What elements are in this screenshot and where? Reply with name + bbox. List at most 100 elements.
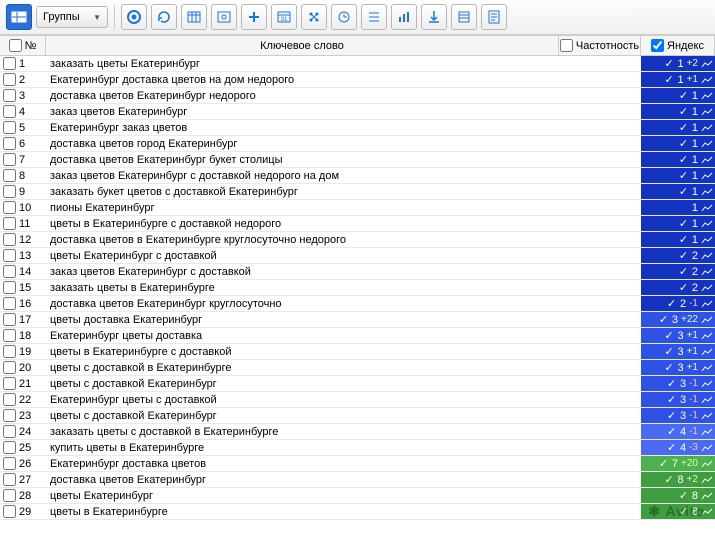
table-row[interactable]: 17 цветы доставка Екатеринбург ✓ 3 +22 [0, 312, 715, 328]
freq-checkbox[interactable] [560, 39, 573, 52]
table-row[interactable]: 14 заказ цветов Екатеринбург с доставкой… [0, 264, 715, 280]
table-row[interactable]: 26 Екатеринбург доставка цветов ✓ 7 +20 [0, 456, 715, 472]
row-yandex[interactable]: ✓ 1 [641, 120, 715, 135]
row-yandex[interactable]: ✓ 2 [641, 280, 715, 295]
table-row[interactable]: 20 цветы с доставкой в Екатеринбурге ✓ 3… [0, 360, 715, 376]
row-yandex[interactable]: ✓ 4 -3 [641, 440, 715, 455]
row-checkbox[interactable] [3, 489, 16, 502]
row-yandex[interactable]: ✓ 1 [641, 232, 715, 247]
row-yandex[interactable]: ✓ 1 +2 [641, 56, 715, 71]
row-checkbox[interactable] [3, 281, 16, 294]
table-row[interactable]: 9 заказать букет цветов с доставкой Екат… [0, 184, 715, 200]
row-checkbox[interactable] [3, 137, 16, 150]
table-row[interactable]: 4 заказ цветов Екатеринбург ✓ 1 [0, 104, 715, 120]
row-yandex[interactable]: ✓ 2 -1 [641, 296, 715, 311]
row-yandex[interactable]: ✓ 3 +22 [641, 312, 715, 327]
row-checkbox[interactable] [3, 265, 16, 278]
tool-settings-icon[interactable] [211, 4, 237, 30]
tool-view-grid[interactable] [6, 4, 32, 30]
table-row[interactable]: 5 Екатеринбург заказ цветов ✓ 1 [0, 120, 715, 136]
table-row[interactable]: 19 цветы в Екатеринбурге с доставкой ✓ 3… [0, 344, 715, 360]
row-yandex[interactable]: ✓ 1 [641, 104, 715, 119]
table-row[interactable]: 27 доставка цветов Екатеринбург ✓ 8 +2 [0, 472, 715, 488]
table-row[interactable]: 8 заказ цветов Екатеринбург с доставкой … [0, 168, 715, 184]
row-checkbox[interactable] [3, 473, 16, 486]
table-row[interactable]: 21 цветы с доставкой Екатеринбург ✓ 3 -1 [0, 376, 715, 392]
row-checkbox[interactable] [3, 201, 16, 214]
table-row[interactable]: 24 заказать цветы с доставкой в Екатерин… [0, 424, 715, 440]
table-row[interactable]: 2 Екатеринбург доставка цветов на дом не… [0, 72, 715, 88]
table-row[interactable]: 29 цветы в Екатеринбурге ✓ 8 [0, 504, 715, 520]
row-checkbox[interactable] [3, 217, 16, 230]
row-yandex[interactable]: ✓ 3 -1 [641, 392, 715, 407]
row-checkbox[interactable] [3, 121, 16, 134]
row-yandex[interactable]: ✓ 1 [641, 216, 715, 231]
row-yandex[interactable]: ✓ 8 +2 [641, 472, 715, 487]
row-checkbox[interactable] [3, 409, 16, 422]
row-checkbox[interactable] [3, 457, 16, 470]
row-yandex[interactable]: ✓ 1 [641, 88, 715, 103]
table-row[interactable]: 15 заказать цветы в Екатеринбурге ✓ 2 [0, 280, 715, 296]
row-checkbox[interactable] [3, 233, 16, 246]
row-yandex[interactable]: ✓ 4 -1 [641, 424, 715, 439]
row-yandex[interactable]: ✓ 1 [641, 136, 715, 151]
row-yandex[interactable]: ✓ 2 [641, 248, 715, 263]
tool-export-icon[interactable] [451, 4, 477, 30]
table-row[interactable]: 7 доставка цветов Екатеринбург букет сто… [0, 152, 715, 168]
row-checkbox[interactable] [3, 105, 16, 118]
row-checkbox[interactable] [3, 153, 16, 166]
row-checkbox[interactable] [3, 345, 16, 358]
row-yandex[interactable]: ✓ 1 [641, 184, 715, 199]
yandex-checkbox[interactable] [651, 39, 664, 52]
row-yandex[interactable]: ✓ 7 +20 [641, 456, 715, 471]
header-yandex[interactable]: Яндекс [641, 36, 715, 55]
groups-dropdown[interactable]: Группы ▼ [36, 6, 108, 28]
table-row[interactable]: 18 Екатеринбург цветы доставка ✓ 3 +1 [0, 328, 715, 344]
table-row[interactable]: 10 пионы Екатеринбург 1 [0, 200, 715, 216]
row-checkbox[interactable] [3, 57, 16, 70]
row-checkbox[interactable] [3, 441, 16, 454]
table-row[interactable]: 3 доставка цветов Екатеринбург недорого … [0, 88, 715, 104]
tool-report-icon[interactable] [481, 4, 507, 30]
row-yandex[interactable]: ✓ 3 -1 [641, 408, 715, 423]
tool-clock-icon[interactable] [331, 4, 357, 30]
row-yandex[interactable]: ✓ 3 +1 [641, 344, 715, 359]
header-num[interactable]: № [0, 36, 46, 55]
table-row[interactable]: 1 заказать цветы Екатеринбург ✓ 1 +2 [0, 56, 715, 72]
header-frequency[interactable]: Частотность [559, 36, 641, 55]
row-yandex[interactable]: ✓ 1 [641, 152, 715, 167]
table-row[interactable]: 22 Екатеринбург цветы с доставкой ✓ 3 -1 [0, 392, 715, 408]
tool-chrome-icon[interactable] [121, 4, 147, 30]
row-yandex[interactable]: ✓ 3 +1 [641, 328, 715, 343]
tool-cluster-icon[interactable] [301, 4, 327, 30]
row-checkbox[interactable] [3, 313, 16, 326]
row-checkbox[interactable] [3, 361, 16, 374]
row-yandex[interactable]: ✓ 8 [641, 488, 715, 503]
row-yandex[interactable]: ✓ 1 [641, 168, 715, 183]
row-checkbox[interactable] [3, 377, 16, 390]
tool-list-icon[interactable] [361, 4, 387, 30]
row-checkbox[interactable] [3, 169, 16, 182]
row-yandex[interactable]: 1 [641, 200, 715, 215]
row-checkbox[interactable] [3, 393, 16, 406]
row-checkbox[interactable] [3, 249, 16, 262]
table-row[interactable]: 23 цветы с доставкой Екатеринбург ✓ 3 -1 [0, 408, 715, 424]
tool-download-icon[interactable] [421, 4, 447, 30]
table-row[interactable]: 28 цветы Екатеринбург ✓ 8 [0, 488, 715, 504]
tool-add-icon[interactable] [241, 4, 267, 30]
header-keyword[interactable]: Ключевое слово [46, 36, 559, 55]
table-row[interactable]: 6 доставка цветов город Екатеринбург ✓ 1 [0, 136, 715, 152]
table-row[interactable]: 11 цветы в Екатеринбурге с доставкой нед… [0, 216, 715, 232]
row-checkbox[interactable] [3, 505, 16, 518]
row-checkbox[interactable] [3, 89, 16, 102]
row-checkbox[interactable] [3, 329, 16, 342]
row-checkbox[interactable] [3, 185, 16, 198]
table-row[interactable]: 16 доставка цветов Екатеринбург круглосу… [0, 296, 715, 312]
row-yandex[interactable]: ✓ 3 -1 [641, 376, 715, 391]
row-yandex[interactable]: ✓ 2 [641, 264, 715, 279]
row-checkbox[interactable] [3, 73, 16, 86]
table-row[interactable]: 25 купить цветы в Екатеринбурге ✓ 4 -3 [0, 440, 715, 456]
row-checkbox[interactable] [3, 425, 16, 438]
tool-calendar-icon[interactable]: 31 [271, 4, 297, 30]
row-yandex[interactable]: ✓ 3 +1 [641, 360, 715, 375]
